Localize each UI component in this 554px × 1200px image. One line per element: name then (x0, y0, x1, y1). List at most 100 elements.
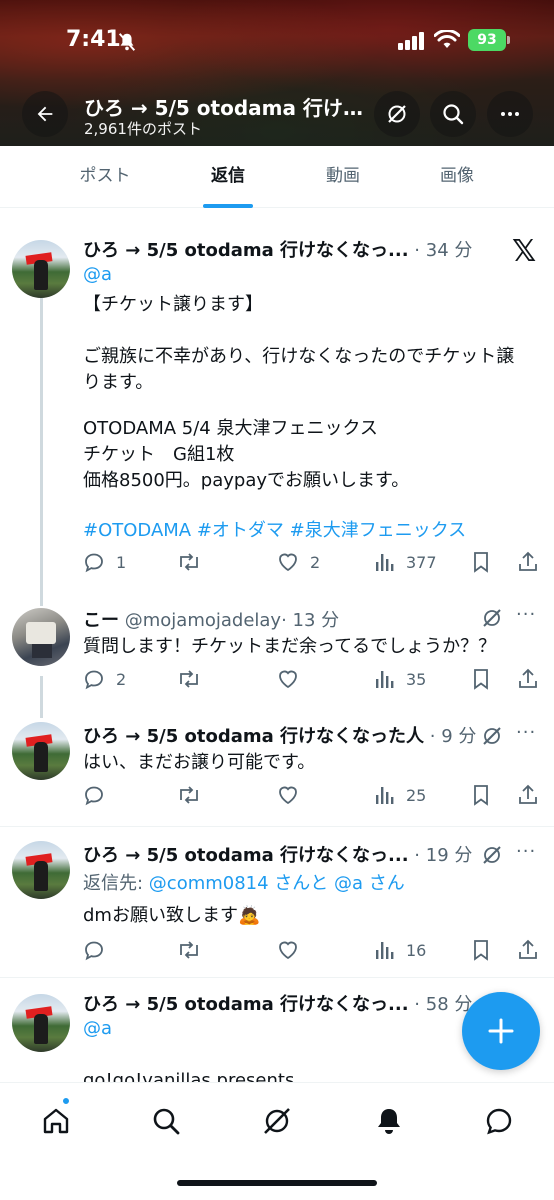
grok-icon[interactable] (480, 724, 504, 748)
like-icon (279, 670, 297, 689)
author-name[interactable]: ひろ → 5/5 otodama 行けなくなっ... (83, 240, 409, 261)
views-icon (376, 554, 394, 571)
bookmark-button[interactable] (470, 935, 492, 965)
repost-button[interactable] (176, 780, 202, 810)
battery-indicator: 93 (468, 29, 510, 51)
author-name[interactable]: ひろ → 5/5 otodama 行けなくなっ... (83, 994, 409, 1015)
hashtags[interactable]: #OTODAMA #オトダマ #泉大津フェニックス (83, 516, 466, 542)
reply-button[interactable]: 2 (82, 664, 126, 694)
replying-to: 返信先: @comm0814 さんと @a さん (83, 873, 405, 894)
x-logo-icon: 𝕏 (512, 234, 537, 269)
repost-button[interactable] (176, 547, 212, 577)
tab-videos[interactable]: 動画 (286, 146, 400, 208)
search-icon (153, 1108, 180, 1135)
tab-posts[interactable]: ポスト (48, 146, 162, 208)
grok-icon (388, 105, 406, 123)
post-text-line: 質問します！チケットまだ余ってるでしょうか？？ (83, 636, 497, 657)
post-text-line: 【チケット譲ります】 (83, 294, 263, 315)
views-button[interactable]: 16 (374, 935, 426, 965)
repost-icon (180, 941, 198, 959)
nav-messages[interactable] (479, 1101, 519, 1141)
header-title: ひろ → 5/5 otodama 行けなくなった人 (84, 96, 366, 120)
grok-button[interactable] (374, 91, 420, 137)
repost-icon (180, 670, 198, 688)
share-button[interactable] (516, 664, 540, 694)
compose-button[interactable] (462, 992, 540, 1070)
bookmark-button[interactable] (470, 547, 492, 577)
like-button[interactable]: 2 (276, 547, 320, 577)
post-item[interactable]: ひろ → 5/5 otodama 行けなくなっ... · 34 分 𝕏 @a 【… (0, 222, 554, 598)
reply-icon (85, 553, 103, 573)
replying-to-link[interactable]: @comm0814 さんと @a さん (149, 873, 405, 894)
share-button[interactable] (516, 780, 540, 810)
mention-link[interactable]: @a (83, 264, 112, 285)
timeline[interactable]: ひろ → 5/5 otodama 行けなくなっ... · 34 分 𝕏 @a 【… (0, 222, 554, 1082)
view-count: 35 (406, 669, 427, 689)
author-handle[interactable]: @mojamojadelay (125, 610, 281, 631)
post-actions: 1 2 377 (82, 547, 542, 577)
nav-grok[interactable] (257, 1101, 297, 1141)
author-name[interactable]: こー (83, 610, 119, 631)
reply-count: 1 (116, 552, 127, 572)
views-button[interactable]: 35 (374, 664, 426, 694)
author-name[interactable]: ひろ → 5/5 otodama 行けなくなっ... (83, 845, 409, 866)
post-item[interactable]: ひろ → 5/5 otodama 行けなくなった人 · 9 分 ··· はい、ま… (0, 716, 554, 826)
avatar[interactable] (12, 841, 70, 899)
repost-button[interactable] (176, 935, 202, 965)
like-icon (279, 553, 297, 572)
views-icon (376, 787, 394, 804)
post-time: · 13 分 (281, 610, 340, 631)
nav-home[interactable] (36, 1101, 76, 1141)
home-icon (43, 1108, 69, 1134)
avatar[interactable] (12, 722, 70, 780)
like-icon (279, 786, 297, 805)
like-button[interactable] (276, 780, 300, 810)
views-button[interactable]: 25 (374, 780, 426, 810)
post-item[interactable]: こー @mojamojadelay· 13 分 ··· 質問します！チケットまだ… (0, 598, 554, 716)
bookmark-icon (474, 552, 488, 573)
back-button[interactable] (22, 91, 68, 137)
like-button[interactable] (276, 664, 300, 694)
views-icon (376, 671, 394, 688)
repost-button[interactable] (176, 664, 202, 694)
like-button[interactable] (276, 935, 300, 965)
grok-icon[interactable] (480, 606, 504, 630)
post-more-button[interactable]: ··· (516, 604, 536, 625)
post-text-line: 価格8500円。paypayでお願いします。 (83, 470, 410, 491)
avatar[interactable] (12, 240, 70, 298)
cell-signal-icon (398, 32, 426, 54)
more-button[interactable] (487, 91, 533, 137)
post-more-button[interactable]: ··· (516, 841, 536, 862)
post-text-line: OTODAMA 5/4 泉大津フェニックス (83, 418, 378, 439)
reply-button[interactable] (82, 935, 106, 965)
more-icon (501, 112, 519, 116)
tab-replies[interactable]: 返信 (171, 146, 285, 208)
back-arrow-icon (37, 106, 53, 122)
reply-icon (85, 670, 103, 690)
post-item[interactable]: ひろ → 5/5 otodama 行けなくなっ... · 19 分 ··· 返信… (0, 827, 554, 977)
avatar[interactable] (12, 994, 70, 1052)
nav-notifications[interactable] (369, 1101, 409, 1141)
share-button[interactable] (516, 935, 540, 965)
post-time: · 9 分 (429, 726, 477, 747)
post-more-button[interactable]: ··· (516, 722, 536, 743)
bookmark-icon (474, 669, 488, 690)
post-text-line: dmお願い致します🙇 (83, 905, 261, 926)
reply-button[interactable] (82, 780, 106, 810)
bookmark-button[interactable] (470, 780, 492, 810)
bell-muted-icon (116, 31, 138, 57)
tab-images[interactable]: 画像 (400, 146, 514, 208)
share-icon (519, 668, 537, 688)
share-button[interactable] (516, 547, 540, 577)
author-name[interactable]: ひろ → 5/5 otodama 行けなくなった人 (83, 726, 424, 747)
avatar[interactable] (12, 608, 70, 666)
reply-button[interactable]: 1 (82, 547, 126, 577)
grok-icon[interactable] (480, 843, 504, 867)
bookmark-button[interactable] (470, 664, 492, 694)
nav-search[interactable] (146, 1101, 186, 1141)
search-button[interactable] (430, 91, 476, 137)
bookmark-icon (474, 940, 488, 961)
post-text-line: ります。 (83, 372, 154, 393)
views-button[interactable]: 377 (374, 547, 437, 577)
mention-link[interactable]: @a (83, 1018, 112, 1039)
